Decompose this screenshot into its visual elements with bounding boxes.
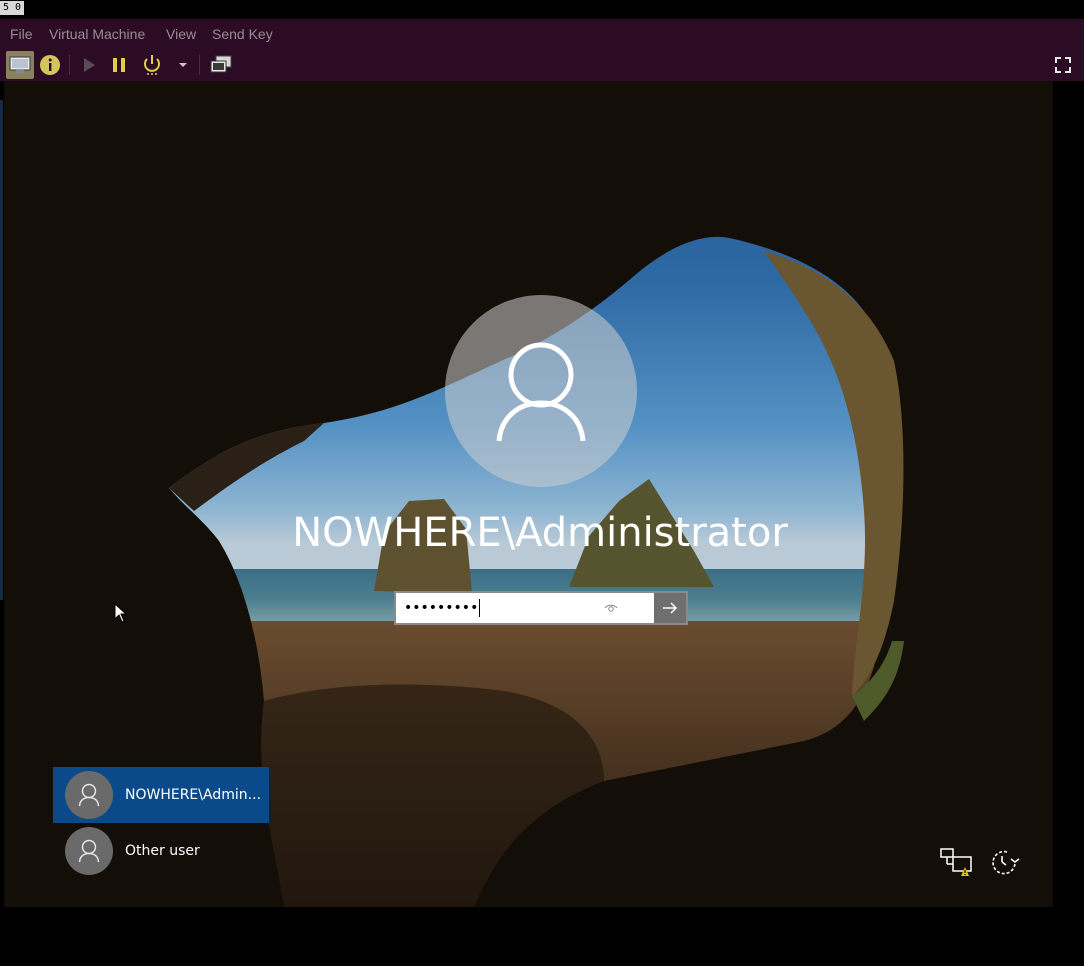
details-info-icon xyxy=(40,55,60,75)
toolbar-separator xyxy=(199,55,200,75)
user-tile-administrator[interactable]: NOWHERE\Admin... xyxy=(53,767,269,823)
details-button[interactable] xyxy=(38,51,62,79)
text-caret xyxy=(479,599,481,617)
snapshots-icon xyxy=(210,55,232,73)
lock-screen: NOWHERE\Administrator ••••••••• NOWHERE\… xyxy=(4,81,1053,907)
user-tile-label: Other user xyxy=(125,843,200,859)
login-username: NOWHERE\Administrator xyxy=(292,510,788,556)
password-input[interactable]: ••••••••• xyxy=(396,593,654,623)
user-tile-avatar xyxy=(65,827,113,875)
user-icon xyxy=(78,783,100,807)
reveal-password-icon[interactable] xyxy=(604,601,618,615)
mouse-cursor-icon xyxy=(114,603,128,623)
menu-send-key[interactable]: Send Key xyxy=(212,19,273,49)
power-icon xyxy=(144,55,160,75)
menu-view[interactable]: View xyxy=(166,19,196,49)
arrow-right-icon xyxy=(663,602,678,614)
run-button[interactable] xyxy=(78,51,100,79)
password-box: ••••••••• xyxy=(394,591,688,625)
vm-console[interactable]: NOWHERE\Administrator ••••••••• NOWHERE\… xyxy=(4,81,1080,964)
menu-bar: File Virtual Machine View Send Key xyxy=(0,19,1084,49)
host-window-edge xyxy=(0,100,3,600)
menu-virtual-machine[interactable]: Virtual Machine xyxy=(49,19,145,49)
user-avatar xyxy=(445,295,637,487)
user-tile-label: NOWHERE\Admin... xyxy=(125,787,261,803)
submit-button[interactable] xyxy=(654,593,686,623)
user-icon xyxy=(496,342,586,442)
power-menu-button[interactable] xyxy=(174,51,192,79)
user-tile-other-user[interactable]: Other user xyxy=(53,823,269,879)
window-titlebar: 5 0 xyxy=(0,0,1084,19)
password-masked-text: ••••••••• xyxy=(404,600,479,616)
pause-button[interactable] xyxy=(108,51,130,79)
power-menu-chevron-icon xyxy=(179,63,187,67)
ease-of-access-button[interactable] xyxy=(986,845,1022,879)
fullscreen-button[interactable] xyxy=(1050,51,1076,79)
console-view-icon xyxy=(9,56,31,73)
user-tile-avatar xyxy=(65,771,113,819)
network-button[interactable] xyxy=(938,845,974,879)
pause-icon xyxy=(113,58,125,72)
user-icon xyxy=(78,839,100,863)
fullscreen-icon xyxy=(1055,57,1071,73)
network-warning-icon xyxy=(940,848,972,876)
toolbar-separator xyxy=(69,55,70,75)
snapshots-button[interactable] xyxy=(207,51,235,79)
console-view-button[interactable] xyxy=(6,51,34,79)
menu-file[interactable]: File xyxy=(10,19,33,49)
power-button[interactable] xyxy=(140,51,164,79)
toolbar xyxy=(0,49,1084,81)
window-manager-tag: 5 0 xyxy=(0,1,25,15)
run-icon xyxy=(84,58,95,72)
ease-of-access-power-icon xyxy=(992,850,1020,875)
